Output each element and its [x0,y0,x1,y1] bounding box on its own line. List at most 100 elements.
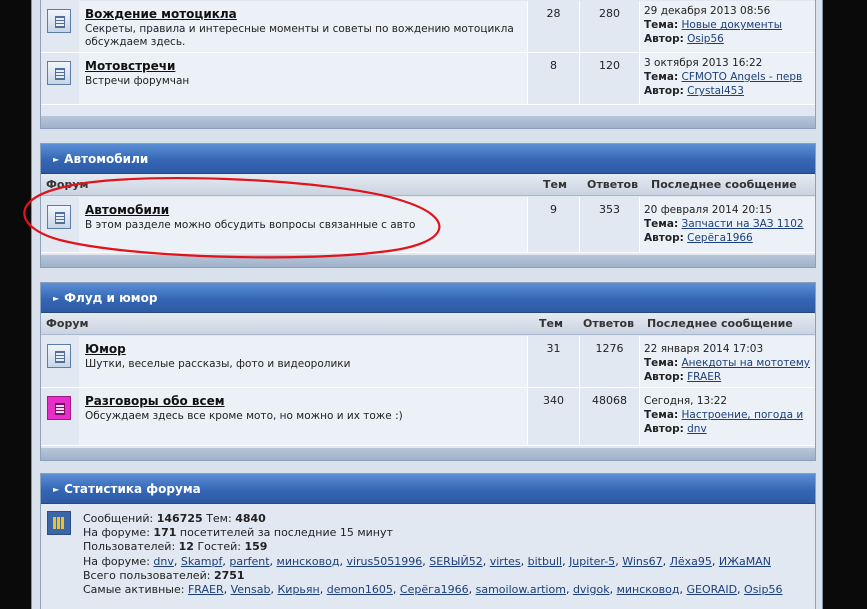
online-user-link[interactable]: parfent [229,555,269,568]
category-title: Флуд и юмор [64,291,158,305]
collapse-triangle-icon[interactable]: ► [53,155,59,164]
forum-statistics: ► Статистика форума Сообщений: 146725 Тем… [40,473,816,609]
block-footer [41,116,815,128]
forum-description: В этом разделе можно обсудить вопросы св… [85,219,416,231]
last-author-link[interactable]: Crystal453 [687,85,744,97]
posts-label: Сообщений: [83,512,154,525]
forum-read-icon [47,205,71,229]
stats-header[interactable]: ► Статистика форума [41,474,815,504]
last-topic-link[interactable]: CFMOTO Angels - перв [682,71,803,83]
active-user-link[interactable]: samoilow.artiom [476,583,566,596]
active-user-link[interactable]: FRAER [188,583,224,596]
forum-description: Шутки, веселые рассказы, фото и видеорол… [85,358,351,370]
col-last-post: Последнее сообщение [647,317,793,330]
online-label: На форуме: [83,526,150,540]
online-user-link[interactable]: SERЫЙ52 [429,555,483,568]
forum-row[interactable]: Разговоры обо всем Обсуждаем здесь все к… [41,388,815,446]
online-user-link[interactable]: Jupiter-5 [569,555,615,568]
online-users-label: На форуме: [83,554,150,568]
author-label: Автор: [644,423,684,435]
online-user-link[interactable]: bitbull [528,555,562,568]
topic-label: Тема: [644,218,679,230]
block-footer [41,255,815,267]
active-user-link[interactable]: Vensab [231,583,271,596]
forum-read-icon [47,9,71,33]
forum-title-link[interactable]: Юмор [85,342,126,356]
topic-label: Тема: [644,409,679,421]
topics-count: 9 [550,203,557,216]
collapse-triangle-icon[interactable]: ► [53,485,59,494]
last-post-date: 20 февраля 2014 20:15 [644,204,773,216]
posts-count: 48068 [592,394,627,407]
topics-count: 8 [550,59,557,72]
last-post-date: 3 октября 2013 16:22 [644,57,763,69]
active-user-link[interactable]: dvigok [573,583,610,596]
forum-row[interactable]: Юмор Шутки, веселые рассказы, фото и вид… [41,336,815,388]
last-author-link[interactable]: Osip56 [687,33,724,45]
active-user-link[interactable]: demon1605 [327,583,393,596]
forum-row[interactable]: Мотовстречи Встречи форумчан 8 120 3 окт… [41,53,815,105]
topic-label: Тема: [644,357,679,369]
last-topic-link[interactable]: Запчасти на ЗАЗ 1102 [682,218,804,230]
topics-label: Тем: [206,512,232,525]
posts-count: 120 [599,59,620,72]
forum-title-link[interactable]: Разговоры обо всем [85,394,225,408]
forum-new-posts-icon [47,396,71,420]
active-user-link[interactable]: минсковод [617,583,680,596]
col-topics: Тем [539,317,563,330]
category-moto: Вождение мотоцикла Секреты, правила и ин… [40,0,816,129]
forum-read-icon [47,344,71,368]
col-topics: Тем [543,178,567,191]
guests-label: Гостей: [197,540,241,554]
stats-text: Сообщений: 146725 Тем: 4840 На форуме: 1… [83,512,807,597]
col-last-post: Последнее сообщение [651,178,797,191]
active-users-list: Самые активные: FRAER, Vensab, Кирьян, d… [83,583,783,597]
col-forum: Форум [46,178,89,191]
col-forum: Форум [46,317,89,330]
topics-count: 31 [546,342,561,355]
topics-total: 4840 [235,512,266,525]
last-topic-link[interactable]: Настроение, погода и [682,409,804,421]
online-user-link[interactable]: virus5051996 [346,555,422,568]
forum-title-link[interactable]: Мотовстречи [85,59,175,73]
collapse-triangle-icon[interactable]: ► [53,294,59,303]
forum-title-link[interactable]: Автомобили [85,203,169,217]
users-label: Пользователей: [83,540,176,554]
author-label: Автор: [644,85,684,97]
topic-label: Тема: [644,19,679,31]
guests-count: 159 [244,540,268,554]
active-user-link[interactable]: Osip56 [744,583,782,596]
last-author-link[interactable]: Серёга1966 [687,232,753,244]
category-title: Автомобили [64,152,149,166]
active-user-link[interactable]: Серёга1966 [400,583,469,596]
active-user-link[interactable]: Кирьян [277,583,319,596]
online-user-link[interactable]: virtes [490,555,521,568]
forum-row[interactable]: Вождение мотоцикла Секреты, правила и ин… [41,1,815,53]
posts-count: 1276 [595,342,624,355]
topics-count: 28 [546,7,561,20]
active-user-link[interactable]: GEORAID [686,583,737,596]
online-user-link[interactable]: dnv [153,555,173,568]
posts-count: 353 [599,203,620,216]
topics-count: 340 [543,394,564,407]
forum-row[interactable]: Автомобили В этом разделе можно обсудить… [41,197,815,253]
online-user-link[interactable]: Wins67 [622,555,662,568]
last-topic-link[interactable]: Анекдоты на мототему [682,357,811,369]
last-post-date: 29 декабря 2013 08:56 [644,5,771,17]
forum-title-link[interactable]: Вождение мотоцикла [85,7,237,21]
last-topic-link[interactable]: Новые документы [682,19,783,31]
total-users-count: 2751 [213,568,245,582]
category-header[interactable]: ► Флуд и юмор [41,283,815,313]
category-header[interactable]: ► Автомобили [41,144,815,174]
online-user-link[interactable]: Skampf [181,555,222,568]
stats-title: Статистика форума [64,482,201,496]
posts-total: 146725 [156,512,203,525]
last-author-link[interactable]: FRAER [687,371,721,383]
last-author-link[interactable]: dnv [687,423,707,435]
col-posts: Ответов [587,178,639,191]
forum-description: Секреты, правила и интересные моменты и … [85,23,514,48]
online-user-link[interactable]: минсковод [277,555,340,568]
online-user-link[interactable]: ИЖаMAN [719,555,771,568]
online-user-link[interactable]: Лёха95 [670,555,712,568]
col-posts: Ответов [583,317,635,330]
